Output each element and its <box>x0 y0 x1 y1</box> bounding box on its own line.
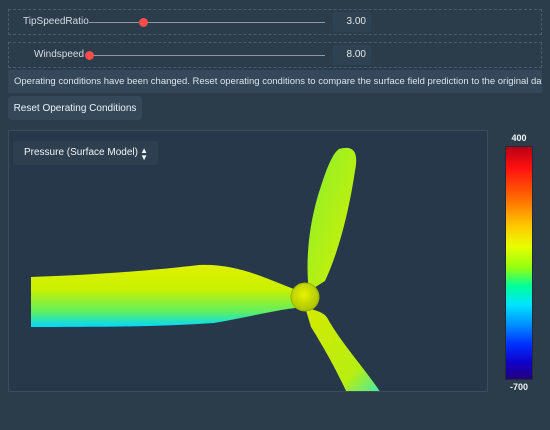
surface-field-viewer[interactable]: Pressure (Surface Model) ▲ ▼ <box>8 130 488 392</box>
tipspeedratio-value[interactable]: 3.00 <box>333 12 371 32</box>
blade-top <box>307 147 357 291</box>
tipspeedratio-thumb[interactable] <box>138 18 148 27</box>
windspeed-slider-row: Windspeed 8.00 <box>8 42 542 68</box>
field-select-value: Pressure (Surface Model) <box>24 147 138 158</box>
tipspeedratio-track[interactable] <box>89 22 325 23</box>
up-down-chevron-icon: ▲ ▼ <box>140 146 148 162</box>
reset-operating-conditions-button[interactable]: Reset Operating Conditions <box>8 96 142 120</box>
pressure-colorbar <box>505 146 533 380</box>
windspeed-value[interactable]: 8.00 <box>333 45 371 65</box>
windspeed-label: Windspeed <box>34 49 85 60</box>
colorbar-max-label: 400 <box>511 133 527 143</box>
blade-bottom <box>305 307 380 391</box>
tipspeedratio-label: TipSpeedRatio <box>23 16 89 27</box>
rotor-hub <box>290 282 320 312</box>
operating-conditions-message: Operating conditions have been changed. … <box>8 70 542 93</box>
turbine-surface-render[interactable] <box>9 131 488 392</box>
windspeed-thumb[interactable] <box>84 51 94 60</box>
field-select-dropdown[interactable]: Pressure (Surface Model) ▲ ▼ <box>13 141 158 165</box>
colorbar-min-label: -700 <box>509 382 528 392</box>
tipspeedratio-slider-row: TipSpeedRatio 3.00 <box>8 9 542 35</box>
blade-left <box>31 264 305 327</box>
windspeed-track[interactable] <box>89 55 325 56</box>
